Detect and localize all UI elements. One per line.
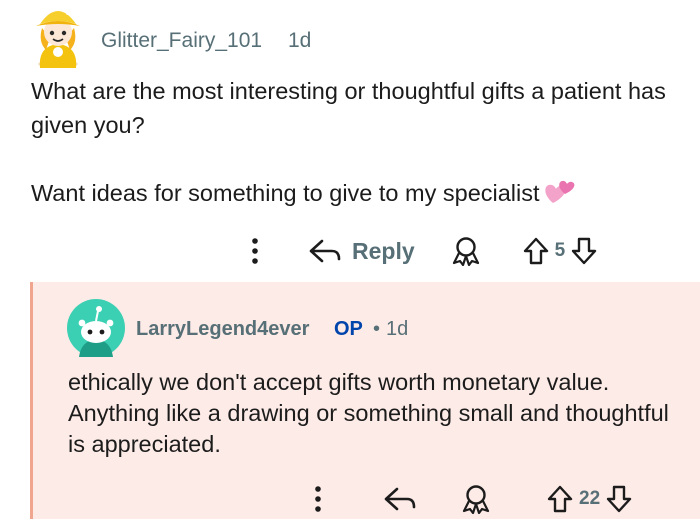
reply-button[interactable] [383,486,417,512]
more-vertical-icon [315,486,321,512]
op-badge: OP [334,318,363,340]
comment-parent: Glitter_Fairy_101 1d What are the most i… [0,0,700,282]
downvote-icon [606,485,632,513]
award-button[interactable] [451,236,481,266]
more-options-button[interactable] [250,236,260,266]
more-vertical-icon [252,238,258,264]
comment-age: 1d [288,29,312,52]
upvote-button[interactable] [523,237,549,265]
comment-body: What are the most interesting or thought… [31,74,671,214]
award-button[interactable] [461,484,491,514]
two-hearts-icon [543,177,577,214]
user-avatar[interactable] [28,2,88,68]
upvote-button[interactable] [547,485,573,513]
author-username[interactable]: Glitter_Fairy_101 [101,29,262,53]
downvote-button[interactable] [571,237,597,265]
user-avatar[interactable] [67,299,125,357]
comment-age-value: 1d [386,318,409,340]
reply-label: Reply [352,237,415,264]
upvote-icon [547,485,573,513]
comment-age: • 1d [373,318,408,341]
meta-separator: • [373,318,381,340]
downvote-button[interactable] [606,485,632,513]
reply-button[interactable]: Reply [308,238,415,265]
comment-text-line: Want ideas for something to give to my s… [31,180,540,206]
comment-actions: 22 [313,482,632,516]
award-icon [452,237,479,266]
reply-icon [309,239,341,263]
more-options-button[interactable] [313,484,323,514]
vote-count: 5 [554,240,566,261]
award-icon [462,485,490,514]
downvote-icon [572,237,597,265]
comment-text-line: What are the most interesting or thought… [31,78,666,138]
author-username[interactable]: LarryLegend4ever [136,318,309,341]
comment-body: ethically we don't accept gifts worth mo… [68,369,669,457]
comment-actions: Reply 5 [250,233,597,269]
reply-icon [384,487,416,511]
comment-reply: LarryLegend4ever OP • 1d ethically we don… [30,282,700,519]
upvote-icon [523,237,548,265]
vote-count: 22 [579,488,601,509]
